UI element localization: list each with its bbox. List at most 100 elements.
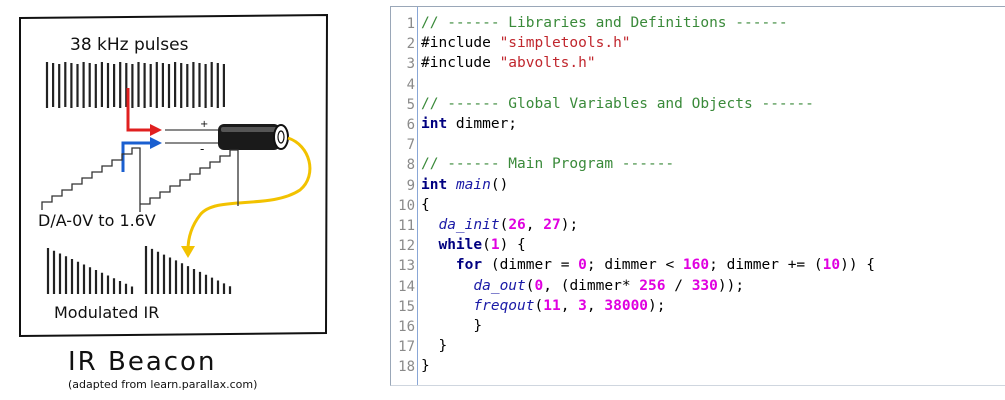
plus-sign: +	[200, 119, 208, 130]
code-token: for	[455, 257, 483, 274]
code-token: 330	[691, 277, 718, 294]
line-number: 17	[398, 339, 415, 356]
line-number: 8	[406, 157, 415, 174]
code-token: 11	[543, 297, 561, 314]
code-token: 3	[578, 297, 587, 314]
code-token: 0	[578, 257, 587, 274]
line-number: 12	[398, 238, 415, 255]
line-number: 9	[406, 177, 415, 194]
minus-sign: -	[200, 142, 204, 156]
code-token: freqout	[473, 297, 535, 314]
code-line[interactable]: for (dimmer = 0; dimmer < 160; dimmer +=…	[421, 257, 875, 273]
code-token: "simpletools.h"	[499, 35, 631, 52]
code-token: /	[665, 277, 692, 294]
label-modulated: Modulated IR	[54, 303, 159, 322]
code-token: (dimmer =	[482, 257, 579, 274]
line-number: 3	[406, 56, 415, 73]
code-token: 38000	[604, 297, 649, 314]
line-number: 5	[406, 96, 415, 113]
code-line[interactable]: {	[421, 197, 430, 213]
line-number: 18	[398, 359, 415, 376]
line-number: 4	[406, 76, 415, 93]
code-token: {	[421, 196, 430, 213]
code-token: ) {	[499, 237, 526, 254]
code-line[interactable]: #include "simpletools.h"	[421, 35, 631, 51]
code-line[interactable]: da_init(26, 27);	[421, 217, 578, 233]
code-editor[interactable]: 1 2 3 4 5 6 7 8 9 10 11 12 13 14 15 16 17 18 // ------ Li…	[390, 6, 1005, 386]
line-number: 1	[406, 16, 415, 32]
code-token: ,	[560, 297, 579, 314]
code-line[interactable]: da_out(0, (dimmer* 256 / 330));	[421, 278, 744, 294]
code-token: (	[525, 277, 535, 294]
code-token: 256	[639, 277, 666, 294]
code-token: while	[438, 237, 483, 254]
line-number: 7	[406, 137, 415, 154]
code-token: 0	[534, 277, 544, 294]
code-token: ; dimmer <	[586, 257, 683, 274]
sketch-credit: (adapted from learn.parallax.com)	[68, 378, 257, 391]
code-token: (	[534, 297, 544, 314]
code-token: ,	[525, 217, 544, 233]
code-token: ; dimmer += (	[709, 257, 823, 274]
code-token: int	[421, 116, 448, 132]
label-pulses: 38 kHz pulses	[70, 35, 189, 55]
code-token: 26	[508, 217, 526, 233]
code-line[interactable]: // ------ Main Program ------	[421, 156, 674, 172]
code-token: (	[482, 237, 491, 254]
code-line[interactable]: // ------ Libraries and Definitions ----…	[421, 15, 788, 31]
red-arrow-head	[150, 124, 162, 136]
modulated-ir-waveform	[46, 246, 232, 294]
code-token: da_init	[438, 217, 500, 233]
code-line[interactable]: #include "abvolts.h"	[421, 55, 596, 71]
code-token: (	[499, 217, 509, 233]
code-line[interactable]: }	[421, 358, 430, 374]
code-token: ,	[586, 297, 605, 314]
code-line[interactable]: freqout(11, 3, 38000);	[421, 297, 666, 314]
code-line[interactable]: }	[421, 318, 482, 334]
code-line[interactable]: int main()	[421, 177, 508, 193]
code-line[interactable]: // ------ Global Variables and Objects -…	[421, 96, 814, 112]
code-token: dimmer;	[447, 116, 518, 132]
ir-beacon-sketch: 38 kHz pulses + - D/A-0V to 1.6V Modulat…	[0, 0, 370, 400]
code-line[interactable]: }	[421, 338, 447, 354]
code-token: )) {	[840, 257, 876, 274]
line-number: 13	[398, 258, 415, 275]
line-number-gutter: 1 2 3 4 5 6 7 8 9 10 11 12 13 14 15 16 17 18	[391, 7, 418, 385]
code-token: // ------ Global Variables and Objects -…	[421, 95, 814, 112]
code-line[interactable]: while(1) {	[421, 237, 526, 254]
code-token: ()	[490, 176, 509, 193]
line-number: 11	[398, 218, 415, 234]
sketch-drawing: 38 kHz pulses + - D/A-0V to 1.6V Modulat…	[19, 13, 329, 391]
line-number: 15	[398, 298, 415, 315]
line-number: 2	[406, 36, 415, 53]
code-token: );	[560, 217, 579, 233]
code-token: da_out	[473, 277, 526, 294]
code-token: int	[421, 176, 448, 193]
ir-led	[218, 124, 289, 150]
code-token: #include	[421, 35, 500, 52]
staircase-waveform	[41, 147, 239, 212]
code-token: 27	[543, 217, 561, 233]
code-token: // ------ Main Program ------	[421, 156, 675, 173]
code-token: 1	[490, 237, 500, 254]
code-token: , (dimmer*	[543, 277, 640, 294]
pulse-train	[45, 62, 225, 108]
code-token: }	[421, 338, 448, 355]
label-da: D/A-0V to 1.6V	[38, 211, 156, 230]
yellow-arrow	[186, 136, 312, 251]
code-token: // ------ Libraries and Definitions ----…	[421, 15, 788, 31]
code-token: #include	[421, 55, 500, 72]
sketch-title: IR Beacon	[68, 347, 216, 377]
line-number: 16	[398, 319, 415, 335]
line-number: 6	[406, 117, 415, 133]
code-line[interactable]: int dimmer;	[421, 116, 517, 132]
code-token: );	[648, 297, 666, 314]
code-token: "abvolts.h"	[499, 55, 596, 72]
line-number: 10	[398, 197, 415, 214]
code-token: ));	[717, 277, 745, 294]
